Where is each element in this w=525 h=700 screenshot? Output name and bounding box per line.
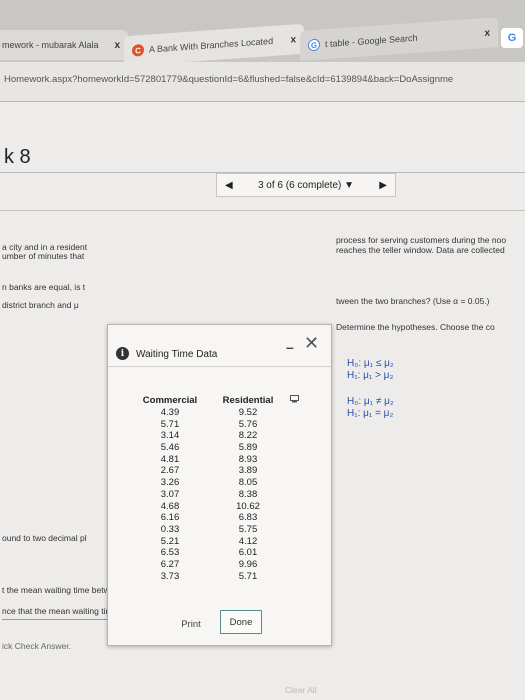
info-icon: i: [116, 347, 129, 360]
table-cell: 5.71: [160, 418, 180, 430]
clear-all-button[interactable]: Clear All: [285, 685, 317, 695]
table-column-commercial: Commercial 4.39 5.71 3.14 5.46 4.81 2.67 3.26 3…: [138, 395, 202, 582]
question-text-line: n banks are equal, is t: [2, 282, 86, 292]
waiting-time-data-dialog: i Waiting Time Data – ✕ Commercial 4.39 5…: [107, 324, 332, 646]
null-hypothesis: H₀: μ₁ ≠ μ₂: [347, 396, 394, 407]
close-icon[interactable]: x: [290, 34, 296, 45]
google-favicon-icon: G: [308, 38, 320, 52]
table-cell: 5.76: [238, 418, 258, 430]
table-cell: 3.73: [160, 570, 180, 582]
null-hypothesis: H₀: μ₁ ≤ μ₂: [347, 358, 394, 369]
table-cell: 0.33: [160, 523, 180, 535]
print-button[interactable]: Print: [170, 613, 212, 635]
table-cell: 9.96: [238, 558, 258, 570]
table-cell: 2.67: [160, 465, 180, 477]
table-cell: 6.27: [160, 558, 180, 570]
table-cell: 5.71: [238, 570, 258, 582]
question-text-line: process for serving customers during the…: [336, 235, 507, 245]
question-text-line: tween the two branches? (Use α = 0.05.): [336, 296, 490, 306]
close-icon[interactable]: x: [114, 40, 120, 51]
browser-tab-bar: mework - mubarak Alala x C A Bank With B…: [0, 0, 525, 67]
table-cell: 3.14: [160, 430, 180, 442]
page-title: k 8: [4, 146, 31, 168]
table-cell: 8.38: [238, 488, 258, 500]
table-cell: 10.62: [236, 500, 260, 512]
question-position[interactable]: 3 of 6 (6 complete) ▼: [258, 180, 354, 191]
tab-bank-branches[interactable]: C A Bank With Branches Located x: [124, 23, 304, 67]
prev-question-icon[interactable]: ◀: [225, 180, 233, 191]
minimize-icon[interactable]: –: [286, 339, 294, 355]
table-cell: 8.22: [238, 430, 258, 442]
tab-homework[interactable]: mework - mubarak Alala x: [0, 30, 128, 60]
question-text-line: district branch and μ: [2, 300, 79, 310]
tab-label: mework - mubarak Alala: [2, 40, 99, 50]
table-cell: 4.68: [160, 500, 180, 512]
question-text-line: ound to two decimal pl: [2, 533, 87, 543]
next-question-icon[interactable]: ▶: [379, 180, 387, 191]
dialog-header: i Waiting Time Data – ✕: [108, 325, 331, 367]
column-header: Residential: [222, 395, 274, 406]
alt-hypothesis: H₁: μ₁ > μ₂: [347, 370, 394, 381]
divider: [0, 210, 525, 211]
instruction-text: ick Check Answer.: [2, 641, 71, 651]
alt-hypothesis: H₁: μ₁ = μ₂: [347, 408, 394, 419]
done-button[interactable]: Done: [220, 610, 262, 634]
question-text-line: Determine the hypotheses. Choose the co: [336, 322, 495, 332]
table-cell: 8.93: [238, 453, 258, 465]
question-text-line: reaches the teller window. Data are coll…: [336, 245, 505, 255]
hypothesis-option-b[interactable]: H₀: μ₁ ≠ μ₂ H₁: μ₁ = μ₂: [347, 396, 394, 420]
url-text[interactable]: Homework.aspx?homeworkId=572801779&quest…: [4, 74, 453, 85]
chegg-favicon-icon: C: [132, 43, 144, 57]
tab-label: A Bank With Branches Located: [149, 35, 274, 55]
table-cell: 4.81: [160, 453, 180, 465]
table-cell: 4.12: [238, 535, 258, 547]
close-icon[interactable]: x: [484, 27, 490, 38]
table-cell: 5.75: [238, 523, 258, 535]
address-bar[interactable]: Homework.aspx?homeworkId=572801779&quest…: [0, 62, 525, 102]
table-cell: 3.07: [160, 488, 180, 500]
page-content: k 8 ◀ 3 of 6 (6 complete) ▼ ▶ a city and…: [0, 102, 525, 700]
tab-google-search[interactable]: G t table - Google Search x: [300, 17, 498, 61]
table-cell: 3.89: [238, 465, 258, 477]
table-cell: 6.83: [238, 512, 258, 524]
close-icon[interactable]: ✕: [304, 333, 319, 354]
table-cell: 6.53: [160, 547, 180, 559]
column-header: Commercial: [142, 395, 198, 406]
table-cell: 8.05: [238, 477, 258, 489]
table-cell: 5.89: [238, 442, 258, 454]
dialog-title: Waiting Time Data: [136, 349, 218, 360]
hypothesis-option-a[interactable]: H₀: μ₁ ≤ μ₂ H₁: μ₁ > μ₂: [347, 358, 394, 382]
table-cell: 9.52: [238, 407, 258, 418]
question-text-line: umber of minutes that: [2, 251, 85, 261]
table-cell: 5.46: [160, 442, 180, 454]
tab-label: t table - Google Search: [325, 32, 418, 50]
table-cell: 4.39: [160, 407, 180, 418]
google-icon[interactable]: G: [501, 28, 523, 48]
table-cell: 3.26: [160, 477, 180, 489]
table-cell: 5.21: [160, 535, 180, 547]
table-cell: 6.16: [160, 512, 180, 524]
copy-data-icon[interactable]: [290, 395, 299, 405]
question-navigator: ◀ 3 of 6 (6 complete) ▼ ▶: [216, 173, 396, 197]
table-column-residential: Residential 9.52 5.76 8.22 5.89 8.93 3.89 8.05…: [216, 395, 280, 582]
table-cell: 6.01: [238, 547, 258, 559]
